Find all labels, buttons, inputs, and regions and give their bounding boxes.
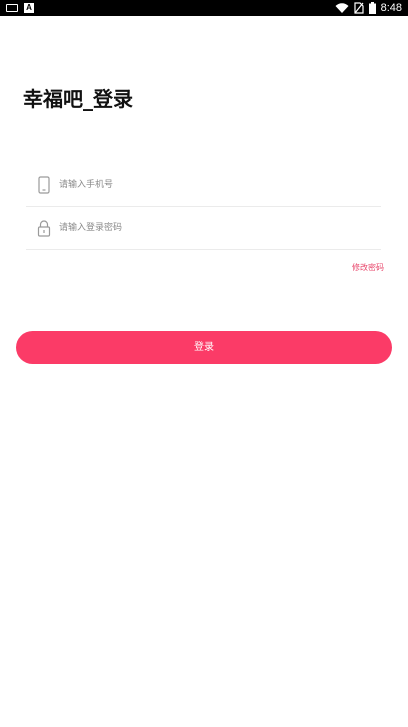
notification-icon [6, 4, 18, 12]
no-sim-icon [353, 2, 364, 14]
login-button[interactable]: 登录 [16, 331, 392, 364]
app-a-icon: A [24, 3, 34, 13]
status-left: A [6, 3, 34, 13]
battery-icon [368, 2, 376, 14]
password-input[interactable] [59, 218, 359, 238]
status-bar: A 8:48 [0, 0, 408, 16]
lock-icon [37, 220, 51, 237]
page-title: 幸福吧_登录 [23, 87, 133, 111]
wifi-icon [335, 2, 349, 13]
phone-icon [38, 176, 50, 194]
password-field-row [26, 207, 381, 250]
status-right: 8:48 [335, 1, 402, 15]
phone-input[interactable] [59, 175, 359, 195]
phone-field-row [26, 164, 381, 207]
change-password-link[interactable]: 修改密码 [352, 262, 384, 273]
status-time: 8:48 [380, 2, 402, 14]
